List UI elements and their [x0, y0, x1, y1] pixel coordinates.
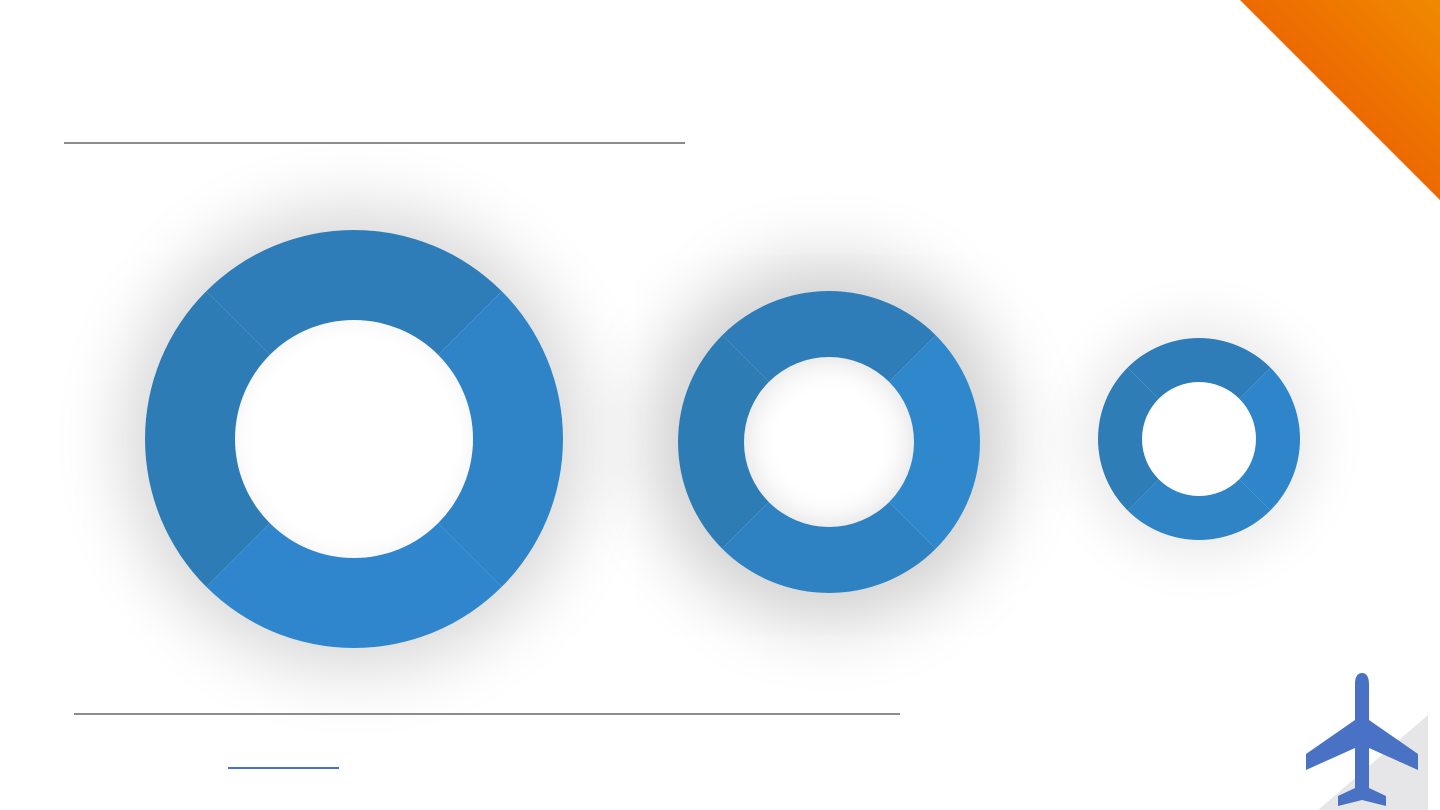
top-divider-line — [64, 142, 685, 144]
slide — [0, 0, 1440, 810]
small-ring-icon — [1098, 338, 1300, 540]
bottom-divider-line — [74, 713, 900, 715]
medium-ring-icon — [678, 291, 980, 593]
corner-accent-triangle — [1240, 0, 1440, 200]
link-underline[interactable] — [228, 767, 339, 769]
airplane-icon — [1300, 670, 1425, 810]
large-ring-icon — [145, 230, 563, 648]
